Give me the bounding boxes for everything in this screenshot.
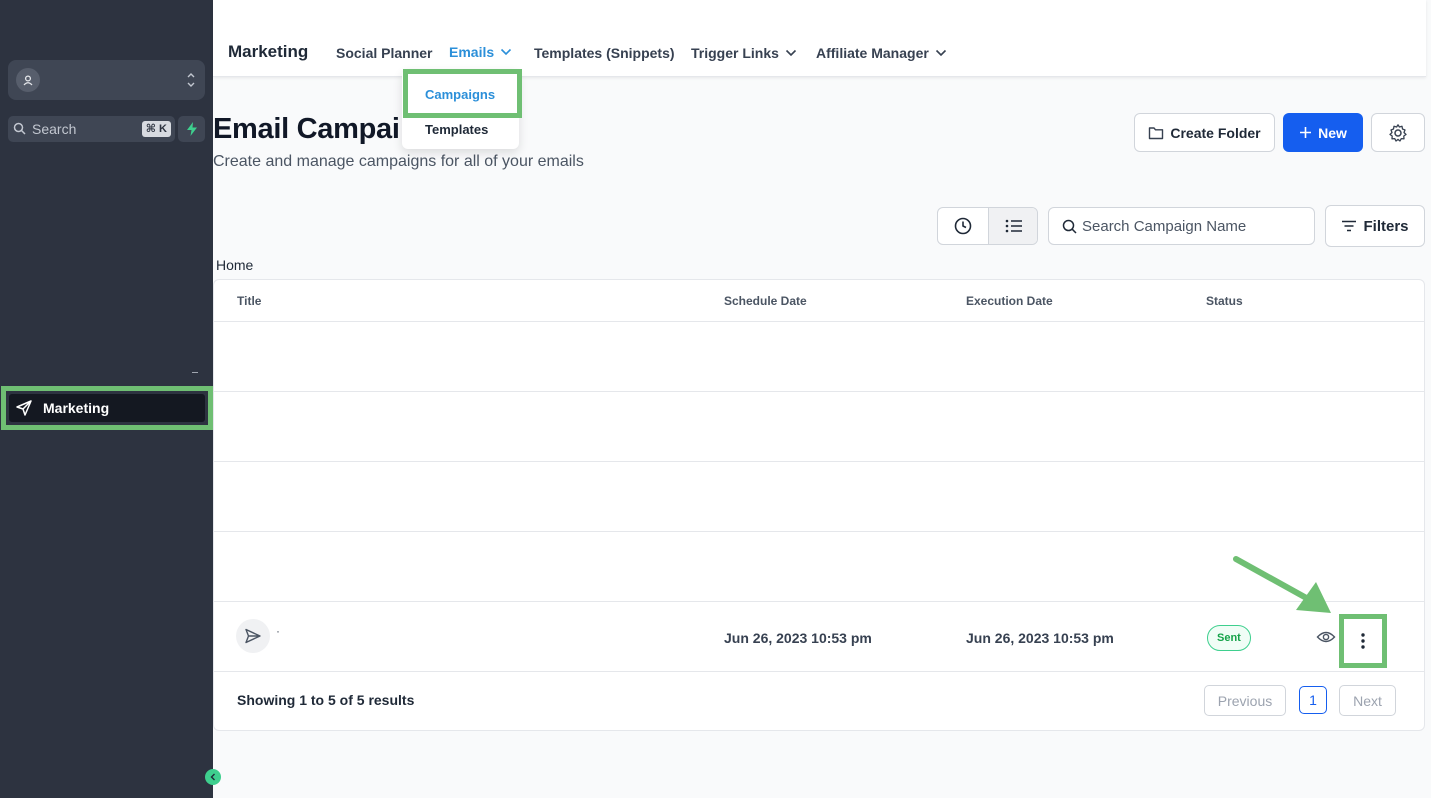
column-schedule-date[interactable]: Schedule Date <box>724 294 807 308</box>
settings-button[interactable] <box>1371 113 1425 152</box>
tab-label: Social Planner <box>336 45 433 61</box>
view-toggle <box>937 207 1038 245</box>
lightning-icon <box>186 122 197 136</box>
next-page-button[interactable]: Next <box>1339 685 1396 716</box>
chevron-down-icon <box>935 49 946 57</box>
status-badge: Sent <box>1207 625 1251 651</box>
menu-item-templates[interactable]: Templates <box>425 122 488 137</box>
tab-social-planner[interactable]: Social Planner <box>336 45 432 61</box>
collapse-sidebar-button[interactable] <box>205 769 221 785</box>
sidebar-item-label: Marketing <box>43 400 110 416</box>
tab-emails[interactable]: Emails <box>449 44 512 60</box>
more-options-icon[interactable] <box>1360 632 1366 650</box>
breadcrumb[interactable]: Home <box>216 257 253 273</box>
filter-icon <box>1342 220 1357 232</box>
sidebar-search[interactable]: Search ⌘ K <box>8 116 175 142</box>
list-view-button[interactable] <box>988 208 1037 244</box>
sidebar: Search ⌘ K Marketing <box>0 0 221 798</box>
plus-icon <box>1300 127 1312 138</box>
gear-icon <box>1389 123 1407 142</box>
sidebar-item-marketing[interactable]: Marketing <box>9 394 205 422</box>
account-avatar-icon <box>16 68 40 92</box>
search-placeholder: Search Campaign Name <box>1082 218 1247 235</box>
search-icon <box>1062 219 1077 234</box>
tab-affiliate-manager[interactable]: Affiliate Manager <box>816 45 947 61</box>
highlight-marketing: Marketing <box>1 386 213 430</box>
table-row[interactable] <box>214 392 1424 462</box>
tab-label: Templates (Snippets) <box>534 45 675 61</box>
chevron-updown-icon <box>187 73 195 87</box>
recent-view-button[interactable] <box>938 208 988 244</box>
results-summary: Showing 1 to 5 of 5 results <box>237 692 415 708</box>
column-title[interactable]: Title <box>237 294 261 308</box>
filters-button[interactable]: Filters <box>1325 205 1425 247</box>
list-icon <box>1005 219 1022 233</box>
tab-templates-snippets[interactable]: Templates (Snippets) <box>534 45 675 61</box>
table-row[interactable] <box>214 462 1424 532</box>
page-title: Email Campai <box>213 113 400 145</box>
send-icon <box>16 400 32 416</box>
search-shortcut-badge: ⌘ K <box>141 121 171 137</box>
page-subtitle: Create and manage campaigns for all of y… <box>213 153 584 170</box>
column-status[interactable]: Status <box>1206 294 1243 308</box>
table-row[interactable] <box>214 322 1424 392</box>
app-title: Marketing <box>228 42 309 61</box>
create-folder-label: Create Folder <box>1170 124 1261 141</box>
annotation-arrow-icon <box>1233 556 1331 613</box>
campaign-title[interactable]: · <box>276 624 280 638</box>
search-icon <box>13 122 26 135</box>
filters-label: Filters <box>1363 217 1409 235</box>
sidebar-search-label: Search <box>32 121 77 137</box>
campaign-search-input[interactable]: Search Campaign Name <box>1048 207 1315 245</box>
new-label: New <box>1318 124 1347 141</box>
eye-icon[interactable] <box>1316 629 1336 645</box>
campaigns-table: Title Schedule Date Execution Date Statu… <box>213 279 1425 731</box>
menu-item-campaigns[interactable]: Campaigns <box>425 87 495 102</box>
tab-label: Trigger Links <box>691 45 779 61</box>
top-navigation-bar: Marketing Social Planner Emails Template… <box>213 0 1426 77</box>
new-button[interactable]: New <box>1283 113 1363 152</box>
chevron-left-icon <box>210 773 215 781</box>
divider <box>192 372 198 373</box>
schedule-date: Jun 26, 2023 10:53 pm <box>724 630 872 646</box>
folder-icon <box>1149 126 1164 139</box>
highlight-campaigns: Campaigns <box>403 69 522 118</box>
execution-date: Jun 26, 2023 10:53 pm <box>966 630 1114 646</box>
chevron-down-icon <box>785 49 796 57</box>
tab-trigger-links[interactable]: Trigger Links <box>691 45 797 61</box>
highlight-more-options <box>1339 614 1387 668</box>
clock-icon <box>954 217 972 235</box>
quick-action-button[interactable] <box>178 116 205 142</box>
previous-page-button[interactable]: Previous <box>1204 685 1286 716</box>
account-switcher[interactable] <box>8 60 205 100</box>
chevron-down-icon <box>501 48 512 56</box>
tab-label: Emails <box>449 44 495 60</box>
column-execution-date[interactable]: Execution Date <box>966 294 1053 308</box>
page-number-button[interactable]: 1 <box>1299 686 1327 714</box>
email-send-icon <box>236 619 270 653</box>
create-folder-button[interactable]: Create Folder <box>1134 113 1275 152</box>
table-header: Title Schedule Date Execution Date Statu… <box>214 280 1424 322</box>
tab-label: Affiliate Manager <box>816 45 929 61</box>
